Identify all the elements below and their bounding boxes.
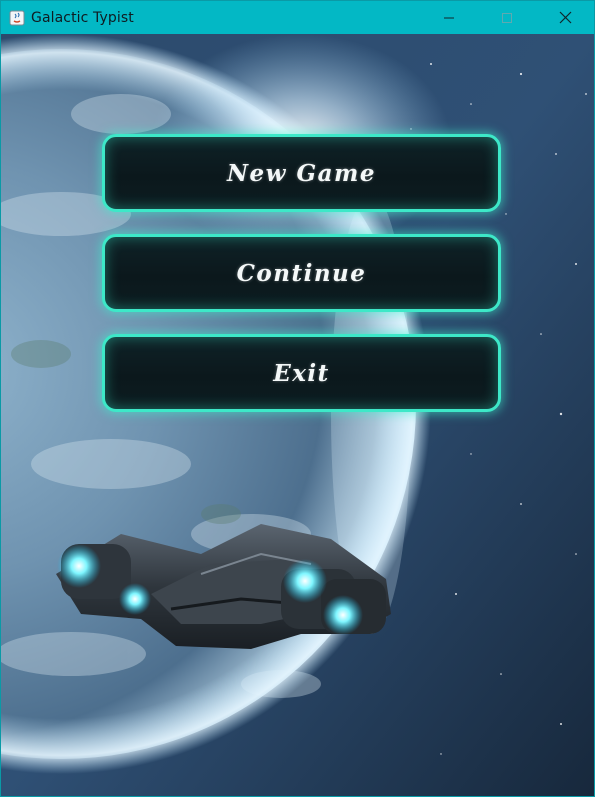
game-window: Galactic Typist New Game Continue Exit bbox=[0, 0, 595, 797]
title-bar[interactable]: Galactic Typist bbox=[1, 1, 594, 34]
new-game-button[interactable]: New Game bbox=[102, 134, 501, 212]
window-controls bbox=[420, 1, 594, 34]
minimize-icon bbox=[444, 17, 454, 18]
maximize-button[interactable] bbox=[478, 1, 536, 34]
window-title: Galactic Typist bbox=[31, 9, 134, 26]
continue-label: Continue bbox=[236, 259, 367, 287]
new-game-label: New Game bbox=[227, 159, 376, 187]
continue-button[interactable]: Continue bbox=[102, 234, 501, 312]
exit-label: Exit bbox=[273, 359, 330, 387]
close-icon bbox=[559, 11, 571, 24]
exit-button[interactable]: Exit bbox=[102, 334, 501, 412]
minimize-button[interactable] bbox=[420, 1, 478, 34]
close-button[interactable] bbox=[536, 1, 594, 34]
game-canvas: New Game Continue Exit bbox=[1, 34, 594, 796]
maximize-icon bbox=[502, 12, 512, 23]
java-app-icon[interactable] bbox=[9, 10, 25, 26]
